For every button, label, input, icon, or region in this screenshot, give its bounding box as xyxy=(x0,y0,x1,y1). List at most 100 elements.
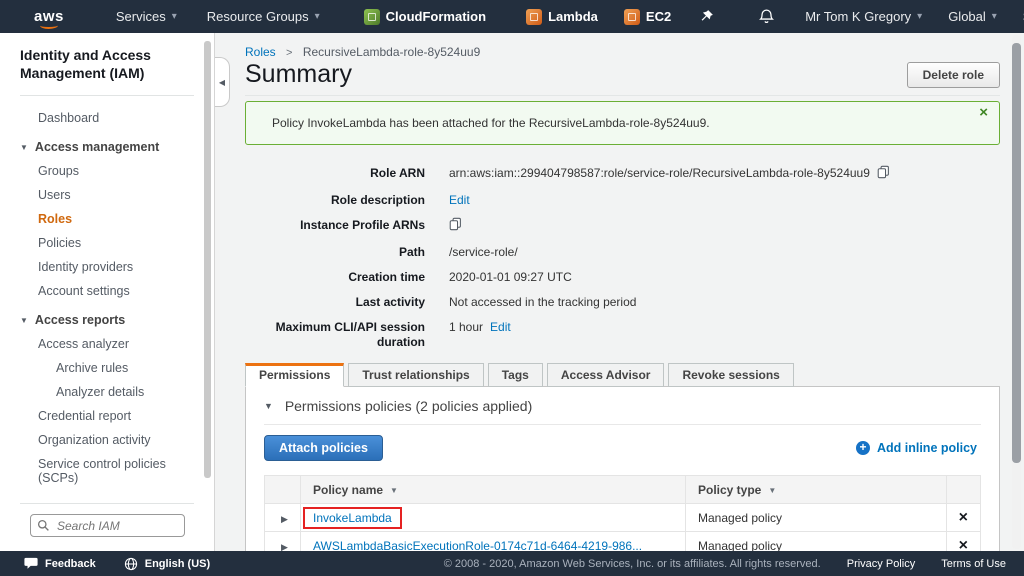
breadcrumb-current: RecursiveLambda-role-8y524uu9 xyxy=(303,45,480,59)
permissions-panel: ▼ Permissions policies (2 policies appli… xyxy=(245,386,1000,551)
tab-trust-relationships[interactable]: Trust relationships xyxy=(348,363,483,387)
chevron-down-icon: ▾ xyxy=(172,11,177,22)
permissions-policies-section-title: Permissions policies (2 policies applied… xyxy=(285,398,532,414)
feedback-button[interactable]: Feedback xyxy=(24,557,96,570)
remove-column-header xyxy=(946,476,980,504)
sidebar-item-identity-providers[interactable]: Identity providers xyxy=(20,255,195,279)
nav-services-menu[interactable]: Services ▾ xyxy=(116,9,177,24)
cloudformation-icon xyxy=(364,9,380,25)
footer-bar: Feedback English (US) © 2008 - 2020, Ama… xyxy=(0,551,1024,576)
delete-role-button[interactable]: Delete role xyxy=(907,62,1000,88)
role-tabs: Permissions Trust relationships Tags Acc… xyxy=(245,363,1000,386)
nav-shortcut-ec2[interactable]: EC2 xyxy=(624,9,671,25)
panel-divider xyxy=(264,424,981,425)
sidebar-collapse-button[interactable]: ◀ xyxy=(215,57,230,107)
globe-icon xyxy=(124,557,138,571)
sidebar-item-scps[interactable]: Service control policies (SCPs) xyxy=(20,452,195,490)
notifications-bell-icon[interactable] xyxy=(758,8,775,25)
policy-type-value: Managed policy xyxy=(698,511,782,525)
search-icon xyxy=(37,519,50,537)
add-inline-policy-link[interactable]: + Add inline policy xyxy=(856,441,977,455)
language-selector[interactable]: English (US) xyxy=(124,557,210,571)
permissions-policies-section-toggle[interactable]: ▼ Permissions policies (2 policies appli… xyxy=(264,398,981,414)
banner-close-icon[interactable]: × xyxy=(979,105,988,120)
expand-row-icon[interactable]: ▶ xyxy=(277,514,288,524)
sidebar-item-users[interactable]: Users xyxy=(20,183,195,207)
search-iam-input[interactable] xyxy=(30,514,185,537)
tab-access-advisor[interactable]: Access Advisor xyxy=(547,363,665,387)
path-value: /service-role/ xyxy=(449,245,518,260)
policies-table-header-row: Policy name▼ Policy type▼ xyxy=(265,476,981,504)
expand-row-icon[interactable]: ▶ xyxy=(277,542,288,552)
nav-resource-groups-menu[interactable]: Resource Groups ▾ xyxy=(207,9,320,24)
policy-name-column-header[interactable]: Policy name▼ xyxy=(301,476,686,504)
nav-user-menu[interactable]: Mr Tom K Gregory ▾ xyxy=(805,9,922,24)
top-navigation-bar: aws Services ▾ Resource Groups ▾ CloudFo… xyxy=(0,0,1024,33)
plus-circle-icon: + xyxy=(856,441,870,455)
role-arn-label: Role ARN xyxy=(245,166,425,183)
breadcrumb-roles-link[interactable]: Roles xyxy=(245,45,276,59)
tab-tags[interactable]: Tags xyxy=(488,363,543,387)
policy-row-basic-execution: ▶ AWSLambdaBasicExecutionRole-0174c71d-6… xyxy=(265,532,981,552)
policy-name-link[interactable]: AWSLambdaBasicExecutionRole-0174c71d-646… xyxy=(313,539,642,552)
edit-max-session-link[interactable]: Edit xyxy=(490,320,511,335)
page-scrollbar[interactable] xyxy=(1012,35,1021,549)
remove-policy-icon[interactable]: × xyxy=(959,537,968,552)
resource-groups-label: Resource Groups xyxy=(207,9,309,24)
chevron-down-icon: ▾ xyxy=(992,11,997,22)
chevron-down-icon: ▼ xyxy=(264,401,273,411)
sidebar-item-credential-report[interactable]: Credential report xyxy=(20,404,195,428)
policy-type-value: Managed policy xyxy=(698,539,782,552)
tab-revoke-sessions[interactable]: Revoke sessions xyxy=(668,363,793,387)
main-content: ◀ Roles > RecursiveLambda-role-8y524uu9 … xyxy=(215,33,1024,551)
edit-role-description-link[interactable]: Edit xyxy=(449,193,470,208)
sidebar-section-access-management[interactable]: ▼Access management xyxy=(20,135,195,159)
role-details: Role ARN arn:aws:iam::299404798587:role/… xyxy=(245,166,1000,350)
page-title: Summary xyxy=(245,60,352,89)
sidebar-scrollbar[interactable] xyxy=(204,37,211,545)
path-label: Path xyxy=(245,245,425,260)
nav-shortcut-lambda[interactable]: Lambda xyxy=(526,9,598,25)
chevron-down-icon: ▾ xyxy=(315,11,320,22)
chevron-down-icon: ▼ xyxy=(20,316,28,325)
iam-sidebar: Identity and Access Management (IAM) Das… xyxy=(0,33,215,551)
sidebar-nav: Dashboard ▼Access management Groups User… xyxy=(20,106,214,490)
sidebar-item-archive-rules[interactable]: Archive rules xyxy=(20,356,195,380)
collapse-arrow-icon: ◀ xyxy=(219,78,225,87)
terms-of-use-link[interactable]: Terms of Use xyxy=(941,558,1006,570)
copy-icon[interactable] xyxy=(449,217,462,235)
sidebar-item-policies[interactable]: Policies xyxy=(20,231,195,255)
remove-policy-icon[interactable]: × xyxy=(959,509,968,527)
region-label: Global xyxy=(948,9,986,24)
attach-policies-button[interactable]: Attach policies xyxy=(264,435,383,461)
last-activity-label: Last activity xyxy=(245,295,425,310)
policy-name-link[interactable]: InvokeLambda xyxy=(313,511,392,525)
nav-region-menu[interactable]: Global ▾ xyxy=(948,9,997,24)
max-session-duration-label: Maximum CLI/API session duration xyxy=(245,320,425,350)
sidebar-item-roles[interactable]: Roles xyxy=(20,207,195,231)
copy-icon[interactable] xyxy=(877,165,890,183)
header-divider xyxy=(245,95,1000,96)
instance-profile-arns-label: Instance Profile ARNs xyxy=(245,218,425,235)
copyright-text: © 2008 - 2020, Amazon Web Services, Inc.… xyxy=(444,558,821,570)
role-description-label: Role description xyxy=(245,193,425,208)
sidebar-section-access-reports[interactable]: ▼Access reports xyxy=(20,308,195,332)
sidebar-item-analyzer-details[interactable]: Analyzer details xyxy=(20,380,195,404)
sidebar-item-organization-activity[interactable]: Organization activity xyxy=(20,428,195,452)
sidebar-item-access-analyzer[interactable]: Access analyzer xyxy=(20,332,195,356)
page-scrollbar-thumb[interactable] xyxy=(1012,43,1021,463)
policy-type-column-header[interactable]: Policy type▼ xyxy=(686,476,947,504)
speech-bubble-icon xyxy=(24,557,38,570)
breadcrumb: Roles > RecursiveLambda-role-8y524uu9 xyxy=(245,33,1000,59)
privacy-policy-link[interactable]: Privacy Policy xyxy=(847,558,915,570)
sidebar-item-dashboard[interactable]: Dashboard xyxy=(20,106,195,130)
breadcrumb-separator-icon: > xyxy=(286,47,292,59)
sidebar-item-groups[interactable]: Groups xyxy=(20,159,195,183)
sidebar-divider xyxy=(20,95,194,96)
nav-shortcut-cloudformation[interactable]: CloudFormation xyxy=(364,9,486,25)
sidebar-item-account-settings[interactable]: Account settings xyxy=(20,279,195,303)
pushpin-icon[interactable] xyxy=(699,9,714,24)
aws-logo[interactable]: aws xyxy=(34,8,64,25)
tab-permissions[interactable]: Permissions xyxy=(245,363,344,387)
user-name-label: Mr Tom K Gregory xyxy=(805,9,911,24)
